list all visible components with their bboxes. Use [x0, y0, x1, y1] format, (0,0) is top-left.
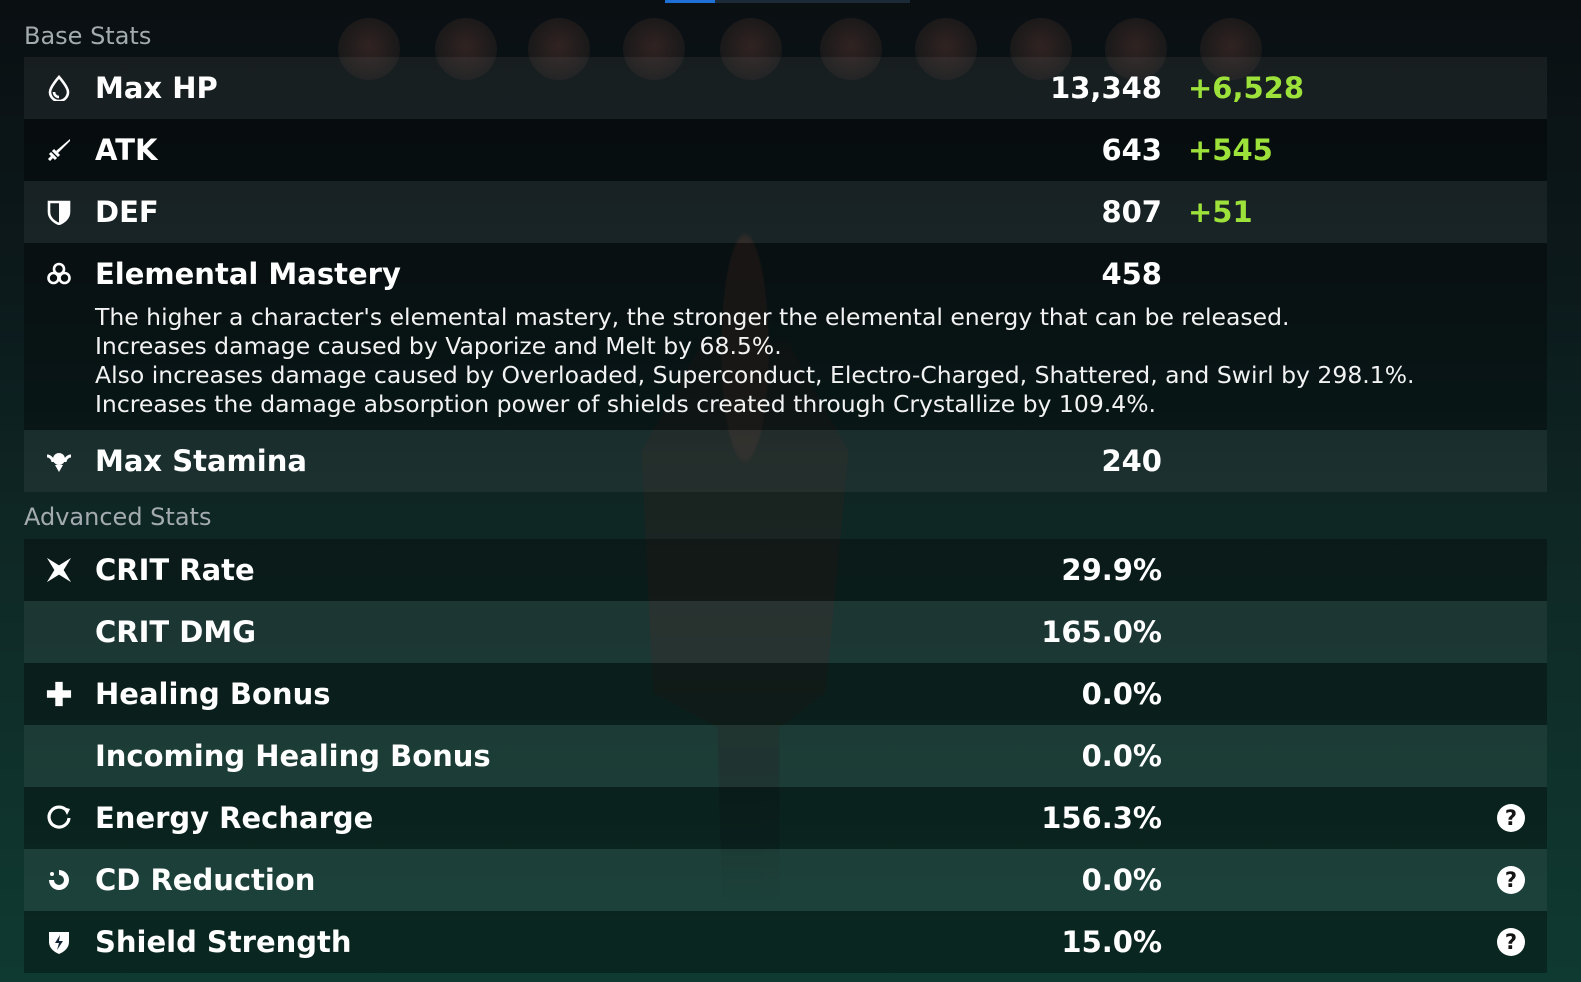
cd-reduction-icon — [46, 867, 72, 893]
shield-strength-icon — [46, 929, 72, 955]
stat-label: ATK — [95, 133, 158, 167]
stat-row-incoming-healing: Incoming Healing Bonus 0.0% — [24, 725, 1547, 787]
energy-recharge-icon — [46, 805, 72, 831]
sword-icon — [46, 137, 72, 163]
hp-drop-icon — [46, 75, 72, 101]
elemental-mastery-description: The higher a character's elemental maste… — [95, 303, 1415, 419]
stat-value: 643 — [1101, 133, 1162, 167]
elemental-mastery-icon — [46, 261, 72, 287]
stat-value: 13,348 — [1050, 71, 1162, 105]
stat-bonus: +545 — [1188, 133, 1273, 167]
help-icon[interactable]: ? — [1497, 928, 1525, 956]
stat-label: Elemental Mastery — [95, 257, 401, 291]
description-line: The higher a character's elemental maste… — [95, 303, 1290, 331]
base-stats-title: Base Stats — [24, 22, 152, 50]
stat-value: 29.9% — [1061, 553, 1162, 587]
stat-row-crit-dmg: CRIT DMG 165.0% — [24, 601, 1547, 663]
stat-value: 165.0% — [1041, 615, 1162, 649]
stat-bonus: +6,528 — [1188, 71, 1305, 105]
stat-bonus: +51 — [1188, 195, 1253, 229]
stat-label: CD Reduction — [95, 863, 316, 897]
description-line: Also increases damage caused by Overload… — [95, 361, 1415, 389]
stat-value: 0.0% — [1081, 677, 1162, 711]
stat-label: CRIT DMG — [95, 615, 257, 649]
stat-value: 156.3% — [1041, 801, 1162, 835]
plus-icon — [46, 681, 72, 707]
stamina-icon — [46, 448, 72, 474]
stat-label: Incoming Healing Bonus — [95, 739, 491, 773]
stat-label: CRIT Rate — [95, 553, 255, 587]
stat-row-energy-recharge: Energy Recharge 156.3% ? — [24, 787, 1547, 849]
stat-value: 240 — [1101, 444, 1162, 478]
stat-row-max-stamina: Max Stamina 240 — [24, 430, 1547, 492]
stat-label: Max Stamina — [95, 444, 307, 478]
stat-row-max-hp: Max HP 13,348 +6,528 — [24, 57, 1547, 119]
stat-value: 15.0% — [1061, 925, 1162, 959]
shield-icon — [46, 199, 72, 225]
stat-label: Max HP — [95, 71, 218, 105]
stat-value: 0.0% — [1081, 863, 1162, 897]
stat-row-healing-bonus: Healing Bonus 0.0% — [24, 663, 1547, 725]
stat-row-cd-reduction: CD Reduction 0.0% ? — [24, 849, 1547, 911]
description-line: Increases damage caused by Vaporize and … — [95, 332, 782, 360]
stat-row-atk: ATK 643 +545 — [24, 119, 1547, 181]
stat-row-shield-strength: Shield Strength 15.0% ? — [24, 911, 1547, 973]
stat-row-crit-rate: CRIT Rate 29.9% — [24, 539, 1547, 601]
stat-value: 458 — [1101, 257, 1162, 291]
stat-label: Energy Recharge — [95, 801, 374, 835]
advanced-stats-title: Advanced Stats — [24, 503, 212, 531]
stat-value: 807 — [1101, 195, 1162, 229]
top-tab-indicator — [665, 0, 910, 3]
stat-label: DEF — [95, 195, 159, 229]
stat-row-def: DEF 807 +51 — [24, 181, 1547, 243]
crit-icon — [46, 557, 72, 583]
help-icon[interactable]: ? — [1497, 866, 1525, 894]
description-line: Increases the damage absorption power of… — [95, 390, 1157, 418]
help-icon[interactable]: ? — [1497, 804, 1525, 832]
stat-label: Healing Bonus — [95, 677, 331, 711]
stat-value: 0.0% — [1081, 739, 1162, 773]
stat-label: Shield Strength — [95, 925, 352, 959]
